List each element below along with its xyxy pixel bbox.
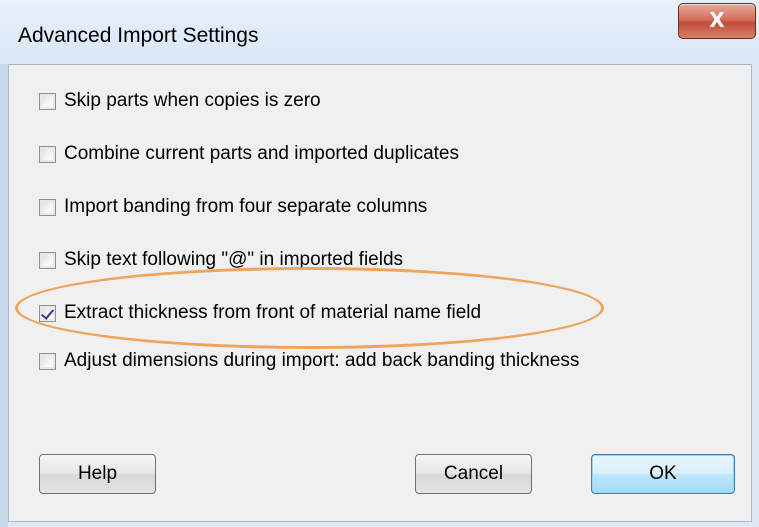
- window-left-edge: [0, 64, 8, 527]
- option-label: Adjust dimensions during import: add bac…: [64, 350, 580, 371]
- option-label: Skip parts when copies is zero: [64, 90, 321, 111]
- option-label: Skip text following "@" in imported fiel…: [64, 249, 404, 270]
- checkbox[interactable]: [39, 198, 56, 216]
- option-adjust-dimensions[interactable]: Adjust dimensions during import: add bac…: [39, 346, 579, 376]
- checkbox[interactable]: [39, 145, 56, 163]
- close-button[interactable]: X: [678, 3, 756, 39]
- help-button[interactable]: Help: [39, 454, 156, 494]
- title-bar: Advanced Import Settings X: [0, 0, 759, 64]
- checkbox[interactable]: [39, 251, 56, 269]
- checkbox-checked[interactable]: [39, 304, 56, 322]
- option-import-banding-columns[interactable]: Import banding from four separate column…: [39, 192, 427, 222]
- option-skip-text-after-at[interactable]: Skip text following "@" in imported fiel…: [39, 245, 403, 275]
- cancel-button[interactable]: Cancel: [415, 454, 532, 494]
- option-combine-duplicates[interactable]: Combine current parts and imported dupli…: [39, 139, 459, 169]
- dialog-title: Advanced Import Settings: [18, 24, 259, 47]
- option-skip-zero-copies[interactable]: Skip parts when copies is zero: [39, 86, 321, 116]
- option-extract-thickness[interactable]: Extract thickness from front of material…: [39, 298, 481, 328]
- option-label: Extract thickness from front of material…: [64, 302, 482, 323]
- dialog-window: Advanced Import Settings X Skip parts wh…: [0, 0, 759, 527]
- option-label: Combine current parts and imported dupli…: [64, 143, 459, 164]
- checkbox[interactable]: [39, 92, 56, 110]
- ok-button[interactable]: OK: [591, 454, 735, 494]
- option-label: Import banding from four separate column…: [64, 196, 428, 217]
- dialog-body: Skip parts when copies is zero Combine c…: [8, 64, 752, 522]
- checkbox[interactable]: [39, 352, 56, 370]
